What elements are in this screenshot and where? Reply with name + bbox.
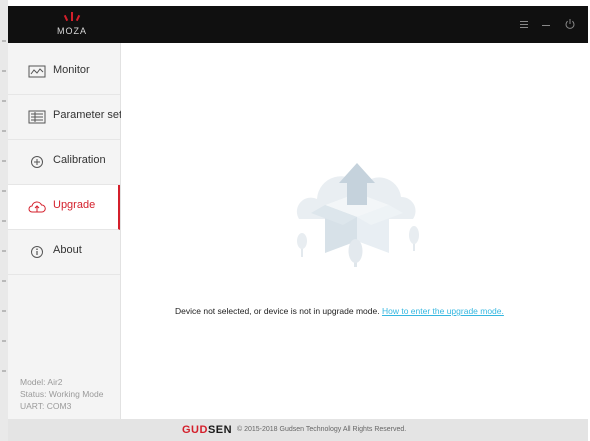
status-text: Device not selected, or device is not in… xyxy=(175,306,380,316)
sidebar-item-label: Parameter set xyxy=(53,109,123,121)
sidebar-item-label: About xyxy=(53,244,82,256)
sidebar-item-label: Calibration xyxy=(53,154,106,166)
sidebar: Monitor Parameter set Calibration Upgrad… xyxy=(8,43,123,419)
device-info: Model: Air2 Status: Working Mode UART: C… xyxy=(20,376,103,412)
info-icon xyxy=(31,246,43,258)
device-uart: UART: COM3 xyxy=(20,401,72,411)
sidebar-item-label: Upgrade xyxy=(53,199,96,211)
menu-button[interactable] xyxy=(516,16,532,32)
cloud-upload-icon xyxy=(28,201,46,213)
minimize-button[interactable] xyxy=(538,16,554,32)
footer: GUDSEN © 2015-2018 Gudsen Technology All… xyxy=(8,419,588,441)
logo-mark-icon xyxy=(63,12,81,22)
copyright-text: © 2015-2018 Gudsen Technology All Rights… xyxy=(237,426,407,433)
sidebar-item-parameter-set[interactable]: Parameter set xyxy=(8,95,123,140)
minimize-icon xyxy=(542,25,550,26)
sidebar-item-upgrade[interactable]: Upgrade xyxy=(8,185,120,230)
gudsen-logo: GUDSEN xyxy=(182,424,232,436)
sidebar-item-calibration[interactable]: Calibration xyxy=(8,140,120,185)
upgrade-help-link[interactable]: How to enter the upgrade mode. xyxy=(382,306,504,316)
main-content: Device not selected, or device is not in… xyxy=(121,43,588,419)
logo-text: MOZA xyxy=(57,26,87,36)
sidebar-item-about[interactable]: About xyxy=(8,230,120,275)
moza-logo: MOZA xyxy=(42,11,102,39)
brand-part1: GUD xyxy=(182,424,208,436)
device-status: Status: Working Mode xyxy=(20,389,104,399)
sidebar-item-monitor[interactable]: Monitor xyxy=(8,50,120,95)
title-bar: MOZA xyxy=(8,6,588,43)
parameter-icon xyxy=(28,110,46,124)
box-upload-illustration xyxy=(296,163,419,267)
menu-icon xyxy=(520,21,528,28)
app-window: MOZA Monitor Parameter set Calibration U… xyxy=(8,6,588,441)
power-icon xyxy=(565,19,575,29)
calibration-icon xyxy=(31,156,43,168)
monitor-icon xyxy=(28,65,46,78)
brand-part2: SEN xyxy=(207,424,233,436)
power-button[interactable] xyxy=(562,16,578,32)
background-edge xyxy=(0,0,8,441)
status-message: Device not selected, or device is not in… xyxy=(175,306,504,316)
device-model: Model: Air2 xyxy=(20,377,63,387)
sidebar-item-label: Monitor xyxy=(53,64,90,76)
